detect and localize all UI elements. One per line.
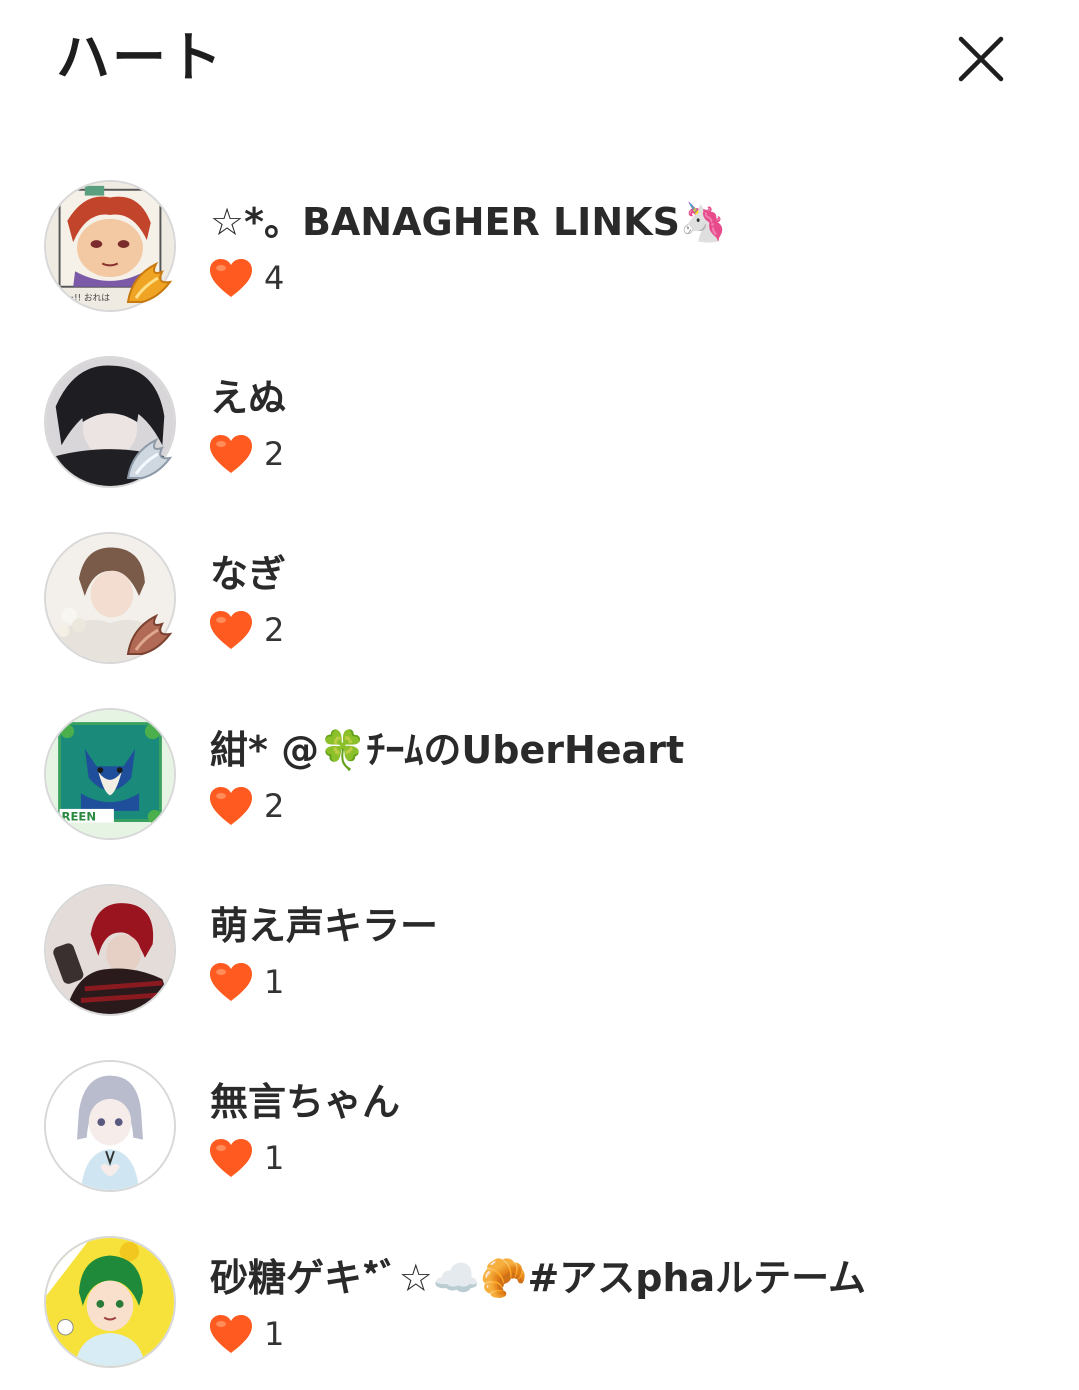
heart-count-value: 4	[264, 259, 285, 297]
heart-icon	[210, 1139, 252, 1177]
list-item[interactable]: 萌え声キラー 1	[0, 862, 1079, 1038]
svg-text:REEN: REEN	[62, 810, 97, 824]
heart-count: 1	[208, 1136, 284, 1180]
avatar[interactable]	[44, 884, 176, 1016]
heart-count: 2	[208, 432, 284, 476]
heart-icon	[210, 963, 252, 1001]
close-icon	[958, 36, 1004, 82]
silver-wing-badge-icon	[126, 437, 173, 479]
user-name[interactable]: えぬ	[210, 374, 286, 422]
list-item[interactable]: 無言ちゃん 1	[0, 1038, 1079, 1214]
heart-count-value: 1	[264, 963, 285, 1001]
heart-count: 1	[208, 1312, 284, 1356]
heart-icon	[210, 259, 252, 297]
heart-count-value: 1	[264, 1315, 285, 1353]
heart-count: 2	[208, 784, 284, 828]
heart-count-value: 2	[264, 435, 285, 473]
heart-user-list: ー!! おれは ☆*。BANAGHER LINKS🦄 4 えぬ 2 なぎ 2 R…	[0, 158, 1079, 1390]
page-title: ハート	[56, 26, 224, 89]
green-fox-avatar: REEN	[46, 710, 174, 838]
user-name[interactable]: なぎ	[210, 550, 286, 598]
heart-icon	[210, 435, 252, 473]
user-name[interactable]: ☆*。BANAGHER LINKS🦄	[210, 198, 727, 246]
heart-count: 1	[208, 960, 284, 1004]
close-button[interactable]	[950, 28, 1012, 90]
heart-count-value: 2	[264, 611, 285, 649]
green-hair-boy-avatar	[46, 1238, 174, 1366]
bronze-wing-badge-icon	[126, 613, 173, 655]
heart-count: 4	[208, 256, 284, 300]
list-item[interactable]: なぎ 2	[0, 510, 1079, 686]
avatar[interactable]	[44, 1236, 176, 1368]
svg-text:ー!! おれは: ー!! おれは	[65, 292, 110, 303]
heart-count-value: 1	[264, 1139, 285, 1177]
avatar[interactable]: REEN	[44, 708, 176, 840]
user-name[interactable]: 萌え声キラー	[210, 902, 438, 950]
heart-icon	[210, 1315, 252, 1353]
user-name[interactable]: 砂糖ゲキ*ﾞ☆☁️🥐#アスphaルテーム	[210, 1254, 866, 1302]
heart-icon	[210, 611, 252, 649]
gold-wing-badge-icon	[126, 261, 173, 303]
avatar[interactable]	[44, 1060, 176, 1192]
list-item[interactable]: ー!! おれは ☆*。BANAGHER LINKS🦄 4	[0, 158, 1079, 334]
red-hair-photo-avatar	[46, 886, 174, 1014]
user-name[interactable]: 紺* @🍀ﾁｰﾑのUberHeart	[210, 726, 684, 774]
heart-icon	[210, 787, 252, 825]
list-item[interactable]: 砂糖ゲキ*ﾞ☆☁️🥐#アスphaルテーム 1	[0, 1214, 1079, 1390]
user-name[interactable]: 無言ちゃん	[210, 1078, 400, 1126]
heart-count: 2	[208, 608, 284, 652]
list-item[interactable]: えぬ 2	[0, 334, 1079, 510]
silver-hair-girl-avatar	[46, 1062, 174, 1190]
header: ハート	[0, 0, 1079, 120]
heart-count-value: 2	[264, 787, 285, 825]
list-item[interactable]: REEN 紺* @🍀ﾁｰﾑのUberHeart 2	[0, 686, 1079, 862]
